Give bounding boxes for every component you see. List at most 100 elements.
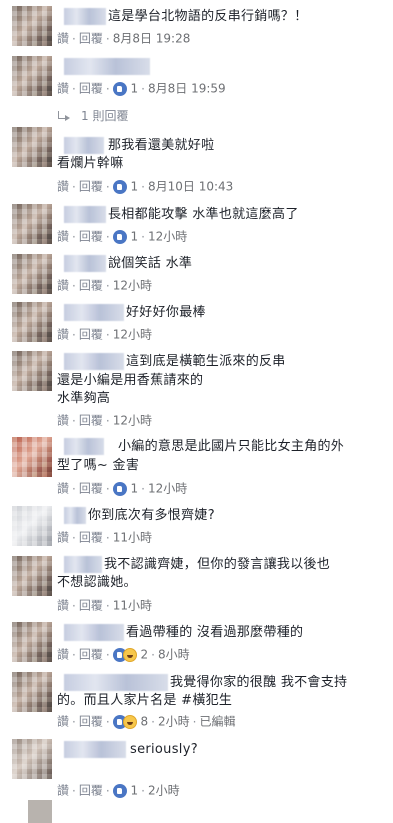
author-name[interactable] <box>64 674 168 691</box>
haha-reaction-icon <box>122 648 137 662</box>
reply-button[interactable]: 回覆 <box>79 180 103 194</box>
author-name[interactable] <box>64 8 106 25</box>
reply-button[interactable]: 回覆 <box>79 648 103 662</box>
author-name[interactable] <box>64 624 124 641</box>
reaction-count[interactable]: 1 <box>131 482 139 496</box>
like-button[interactable]: 讚 <box>57 599 69 613</box>
timestamp[interactable]: 11小時 <box>113 531 152 545</box>
reply-button[interactable]: 回覆 <box>79 82 103 96</box>
separator: · <box>105 413 110 428</box>
reaction-count[interactable]: 8 <box>141 715 149 729</box>
timestamp[interactable]: 8月8日 19:59 <box>148 82 226 96</box>
replies-count-label[interactable]: 1 則回覆 <box>81 109 128 123</box>
like-button[interactable]: 讚 <box>57 715 69 729</box>
reaction-count[interactable]: 1 <box>131 784 139 798</box>
avatar[interactable] <box>12 672 52 712</box>
reaction-count[interactable]: 1 <box>131 82 139 96</box>
like-button[interactable]: 讚 <box>57 32 69 46</box>
author-name[interactable] <box>64 353 124 370</box>
author-name[interactable] <box>64 206 106 223</box>
separator: · <box>151 647 155 662</box>
reactions[interactable] <box>112 714 137 730</box>
like-button[interactable]: 讚 <box>57 82 69 96</box>
avatar[interactable] <box>12 204 52 244</box>
reaction-count[interactable]: 1 <box>131 230 139 244</box>
separator: · <box>151 714 155 729</box>
avatar[interactable] <box>12 437 52 477</box>
reply-button[interactable]: 回覆 <box>79 784 103 798</box>
author-name[interactable] <box>64 556 102 573</box>
timestamp[interactable]: 2小時 <box>148 784 180 798</box>
like-button[interactable]: 讚 <box>57 784 69 798</box>
reply-button[interactable]: 回覆 <box>79 414 103 428</box>
reactions[interactable] <box>112 783 127 799</box>
author-name[interactable] <box>64 438 104 455</box>
timestamp[interactable]: 2小時 <box>158 715 190 729</box>
timestamp[interactable]: 12小時 <box>113 328 152 342</box>
avatar[interactable] <box>12 127 52 167</box>
like-button[interactable]: 讚 <box>57 230 69 244</box>
separator: · <box>105 783 110 798</box>
reactions[interactable] <box>112 179 127 195</box>
timestamp[interactable]: 8月8日 19:28 <box>113 32 191 46</box>
reply-button[interactable]: 回覆 <box>79 32 103 46</box>
separator: · <box>72 179 76 194</box>
reply-button[interactable]: 回覆 <box>79 279 103 293</box>
author-name[interactable] <box>64 507 86 524</box>
timestamp[interactable]: 12小時 <box>113 279 152 293</box>
view-replies-link[interactable]: 1 則回覆 <box>57 107 128 124</box>
reply-button[interactable]: 回覆 <box>79 599 103 613</box>
timestamp[interactable]: 12小時 <box>148 482 187 496</box>
avatar[interactable] <box>12 506 52 546</box>
timestamp[interactable]: 8小時 <box>158 648 190 662</box>
comment-text-line: 看爛片幹嘛 <box>57 156 124 171</box>
separator: · <box>72 327 76 342</box>
reactions[interactable] <box>112 481 127 497</box>
avatar[interactable] <box>12 254 52 294</box>
like-button[interactable]: 讚 <box>57 279 69 293</box>
like-button[interactable]: 讚 <box>57 531 69 545</box>
comment-actions: 讚 · 回覆 · 1 · 8月10日 10:43 <box>57 178 233 195</box>
avatar[interactable] <box>12 6 52 46</box>
avatar[interactable] <box>12 556 52 596</box>
like-button[interactable]: 讚 <box>57 328 69 342</box>
avatar[interactable] <box>12 351 52 391</box>
reactions[interactable] <box>112 229 127 245</box>
reply-button[interactable]: 回覆 <box>79 715 103 729</box>
edited-label[interactable]: 已編輯 <box>199 715 235 729</box>
timestamp[interactable]: 8月10日 10:43 <box>148 180 233 194</box>
like-button[interactable]: 讚 <box>57 482 69 496</box>
reaction-count[interactable]: 2 <box>141 648 149 662</box>
separator: · <box>72 229 76 244</box>
avatar[interactable] <box>12 622 52 662</box>
reply-button[interactable]: 回覆 <box>79 482 103 496</box>
reactions[interactable] <box>112 81 127 97</box>
author-name[interactable] <box>64 137 104 154</box>
avatar[interactable] <box>12 739 52 779</box>
author-name[interactable] <box>64 58 150 75</box>
author-name[interactable] <box>64 255 106 272</box>
comment-actions: 讚 · 回覆 · 2 · 8小時 <box>57 646 190 663</box>
like-button[interactable]: 讚 <box>57 414 69 428</box>
avatar[interactable] <box>28 800 52 823</box>
separator: · <box>192 714 197 729</box>
avatar[interactable] <box>12 56 52 96</box>
author-name[interactable] <box>64 304 124 321</box>
timestamp[interactable]: 11小時 <box>113 599 152 613</box>
timestamp[interactable]: 12小時 <box>148 230 187 244</box>
reactions[interactable] <box>112 647 137 663</box>
author-name[interactable] <box>64 741 126 758</box>
like-button[interactable]: 讚 <box>57 648 69 662</box>
reply-button[interactable]: 回覆 <box>79 230 103 244</box>
separator: · <box>72 714 76 729</box>
reply-button[interactable]: 回覆 <box>79 328 103 342</box>
separator: · <box>72 278 76 293</box>
separator: · <box>72 481 76 496</box>
comment-text: 小編的意思是此國片只能比女主角的外 <box>118 439 345 454</box>
comment-text: seriously? <box>130 742 198 757</box>
like-button[interactable]: 讚 <box>57 180 69 194</box>
reaction-count[interactable]: 1 <box>131 180 139 194</box>
reply-button[interactable]: 回覆 <box>79 531 103 545</box>
timestamp[interactable]: 12小時 <box>113 414 152 428</box>
avatar[interactable] <box>12 302 52 342</box>
